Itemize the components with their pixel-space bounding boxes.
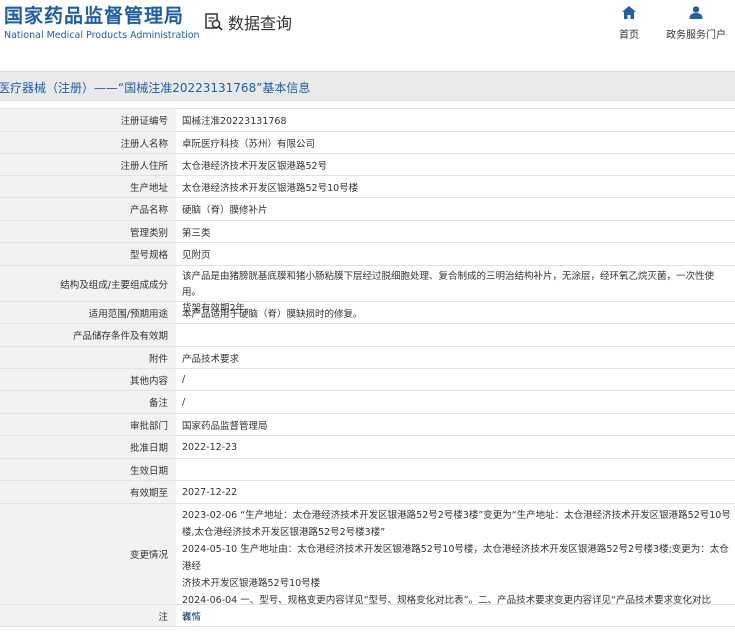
document-search-icon	[205, 13, 223, 31]
row-value: 见附页	[182, 250, 211, 261]
table-row: 产品储存条件及有效期	[0, 324, 735, 347]
table-row: 生产地址 太仓港经济技术开发区银港路52号10号楼	[0, 176, 735, 198]
row-label: 管理类别	[0, 221, 176, 242]
table-row: 审批部门 国家药品监督管理局	[0, 414, 735, 436]
table-row: 产品名称 硬脑（脊）膜修补片	[0, 198, 735, 221]
record-title-bar: 医疗器械（注册）——“国械注准20223131768”基本信息	[0, 71, 735, 101]
table-row: 型号规格 见附页	[0, 243, 735, 266]
table-row: 批准日期 2022-12-23	[0, 436, 735, 459]
table-row: 注 详情	[0, 605, 735, 627]
row-label: 备注	[0, 391, 176, 413]
data-query-heading: 数据查询	[204, 10, 292, 34]
portal-label: 政务服务门户	[666, 30, 726, 41]
row-label: 生效日期	[0, 459, 176, 480]
row-value: 卓阮医疗科技（苏州）有限公司	[182, 138, 316, 150]
row-label: 结构及组成/主要组成成分	[0, 266, 176, 301]
row-label: 附件	[0, 347, 176, 368]
row-label: 生产地址	[0, 176, 176, 197]
home-icon	[622, 6, 636, 19]
value-line: 2024-05-10 生产地址由：太仓港经济技术开发区银港路52号10号楼，太仓…	[182, 544, 729, 572]
row-label: 审批部门	[0, 414, 176, 435]
brand-name-en: National Medical Products Administration	[4, 30, 200, 41]
row-label: 产品名称	[0, 198, 176, 220]
table-row: 注册证编号 国械注准20223131768	[0, 109, 735, 132]
row-value	[176, 459, 735, 480]
table-row: 管理类别 第三类	[0, 221, 735, 243]
table-row: 结构及组成/主要组成成分 该产品是由猪膀胱基底膜和猪小肠粘膜下层经过脱细胞处理、…	[0, 266, 735, 314]
row-value: /	[182, 396, 186, 408]
value-line: 2023-02-06 “生产地址：太仓港经济技术开发区银港路52号2号楼3楼”变…	[182, 510, 731, 521]
home-button[interactable]: 首页	[614, 6, 644, 41]
portal-button[interactable]: 政务服务门户	[664, 6, 728, 41]
user-icon	[689, 6, 703, 19]
row-value: 2027-12-22	[182, 486, 238, 498]
table-row: 生效日期	[0, 459, 735, 481]
site-header: 国家药品监督管理局 National Medical Products Admi…	[0, 0, 735, 58]
table-row: 注册人住所 太仓港经济技术开发区银港路52号	[0, 154, 735, 176]
row-label: 注册人名称	[0, 132, 176, 153]
row-label: 产品储存条件及有效期	[0, 324, 176, 346]
row-value: 产品技术要求	[182, 353, 240, 365]
row-label: 批准日期	[0, 436, 176, 458]
row-value: 国械注准20223131768	[182, 116, 287, 127]
table-row: 变更情况 2023-02-06 “生产地址：太仓港经济技术开发区银港路52号2号…	[0, 504, 735, 623]
brand-name-cn: 国家药品监督管理局	[4, 5, 185, 27]
row-label: 其他内容	[0, 369, 176, 390]
row-value: 2023-02-06 “生产地址：太仓港经济技术开发区银港路52号2号楼3楼”变…	[176, 504, 735, 623]
row-value: 太仓港经济技术开发区银港路52号	[182, 160, 328, 172]
row-value: 2022-12-23	[182, 441, 238, 453]
row-value: 第三类	[182, 227, 211, 239]
value-line: 该产品是由猪膀胱基底膜和猪小肠粘膜下层经过脱细胞处理、复合制成的三明治结构补片，…	[182, 271, 715, 298]
table-row: 附件 产品技术要求	[0, 347, 735, 369]
row-label: 有效期至	[0, 481, 176, 503]
table-row: 其他内容 /	[0, 369, 735, 391]
record-title: 医疗器械（注册）——“国械注准20223131768”基本信息	[0, 81, 311, 95]
row-label: 适用范围/预期用途	[0, 302, 176, 323]
details-link[interactable]: 详情	[182, 609, 201, 623]
info-table: 注册证编号 国械注准20223131768 注册人名称 卓阮医疗科技（苏州）有限…	[0, 108, 735, 627]
row-value: 本产品适用于硬脑（脊）膜缺损时的修复。	[182, 308, 363, 320]
row-value	[176, 324, 735, 346]
row-value: 太仓港经济技术开发区银港路52号10号楼	[182, 182, 359, 194]
table-row: 备注 /	[0, 391, 735, 414]
home-label: 首页	[619, 30, 639, 41]
value-line: 楼,太仓港经济技术开发区银港路52号2号楼3楼”	[182, 527, 386, 538]
row-value: 详情	[176, 605, 735, 626]
row-label: 型号规格	[0, 243, 176, 265]
row-label: 注册证编号	[0, 109, 176, 131]
table-row: 适用范围/预期用途 本产品适用于硬脑（脊）膜缺损时的修复。	[0, 302, 735, 324]
row-value: 该产品是由猪膀胱基底膜和猪小肠粘膜下层经过脱细胞处理、复合制成的三明治结构补片，…	[176, 266, 735, 314]
nmpa-logo[interactable]: 国家药品监督管理局 National Medical Products Admi…	[4, 4, 200, 43]
table-row: 注册人名称 卓阮医疗科技（苏州）有限公司	[0, 132, 735, 154]
table-row: 有效期至 2027-12-22	[0, 481, 735, 504]
row-value: 硬脑（脊）膜修补片	[182, 205, 268, 216]
row-label: 注册人住所	[0, 154, 176, 175]
data-query-label: 数据查询	[228, 14, 293, 33]
value-line: 济技术开发区银港路52号10号楼	[182, 578, 321, 589]
row-label: 变更情况	[0, 504, 176, 604]
row-label: 注	[0, 605, 176, 626]
row-value: /	[182, 374, 186, 385]
row-value: 国家药品监督管理局	[182, 420, 268, 432]
